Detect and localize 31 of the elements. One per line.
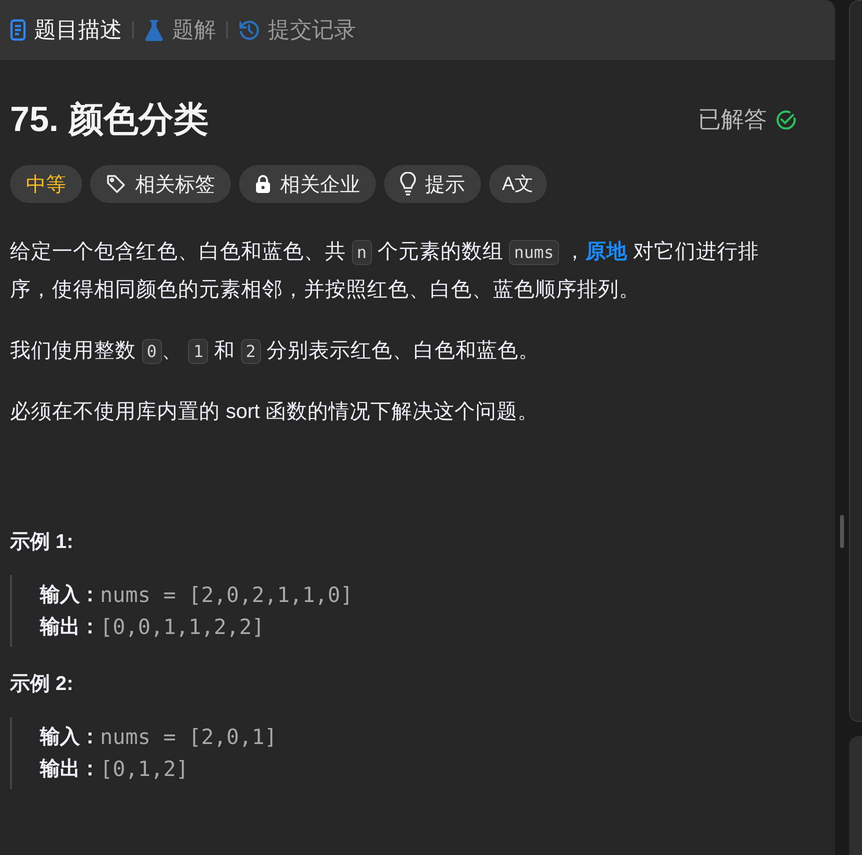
companies-button[interactable]: 相关企业 xyxy=(239,165,376,203)
translate-button[interactable]: A文 xyxy=(489,165,547,203)
resize-handle[interactable] xyxy=(840,515,844,548)
solved-status: 已解答 xyxy=(698,105,767,134)
example-heading: 示例 2: xyxy=(10,672,74,697)
example-label: 输出： xyxy=(40,615,100,640)
link[interactable]: 原地 xyxy=(586,240,628,263)
example-heading: 示例 1: xyxy=(10,530,74,555)
example-value: [0,0,1,1,2,2] xyxy=(100,614,264,641)
document-icon xyxy=(10,19,26,41)
example-value: nums = [2,0,2,1,1,0] xyxy=(100,582,353,609)
lightbulb-icon xyxy=(400,172,416,196)
problem-title: 75. 颜色分类 xyxy=(10,99,208,141)
description-paragraph: 我们使用整数 0 、 1 和 2 分别表示红色、白色和蓝色。 xyxy=(10,338,540,366)
hint-button[interactable]: 提示 xyxy=(384,165,481,203)
flask-icon xyxy=(144,19,164,41)
tab[interactable]: 提交记录 xyxy=(234,10,360,50)
example-value: [0,1,2] xyxy=(100,756,189,783)
description-paragraph: 给定一个包含红色、白色和蓝色、共 n 个元素的数组 nums ，原地 对它们进行排序，使得相同颜色的元素相邻，并按照红色、白色、蓝色顺序排列。 xyxy=(10,239,760,303)
tag-icon xyxy=(106,174,126,194)
tab[interactable]: 题解 xyxy=(140,10,220,50)
example-label: 输入： xyxy=(40,725,100,750)
description-paragraph: 必须在不使用库内置的 sort 函数的情况下解决这个问题。 xyxy=(10,399,540,425)
example-label: 输出： xyxy=(40,757,100,782)
tags-button[interactable]: 相关标签 xyxy=(90,165,231,203)
tab[interactable]: 题目描述 xyxy=(6,10,126,50)
lock-icon xyxy=(255,174,271,194)
history-icon xyxy=(238,19,260,41)
example-label: 输入： xyxy=(40,583,100,608)
difficulty-level: 中等 xyxy=(10,165,82,203)
example-value: nums = [2,0,1] xyxy=(100,724,278,751)
